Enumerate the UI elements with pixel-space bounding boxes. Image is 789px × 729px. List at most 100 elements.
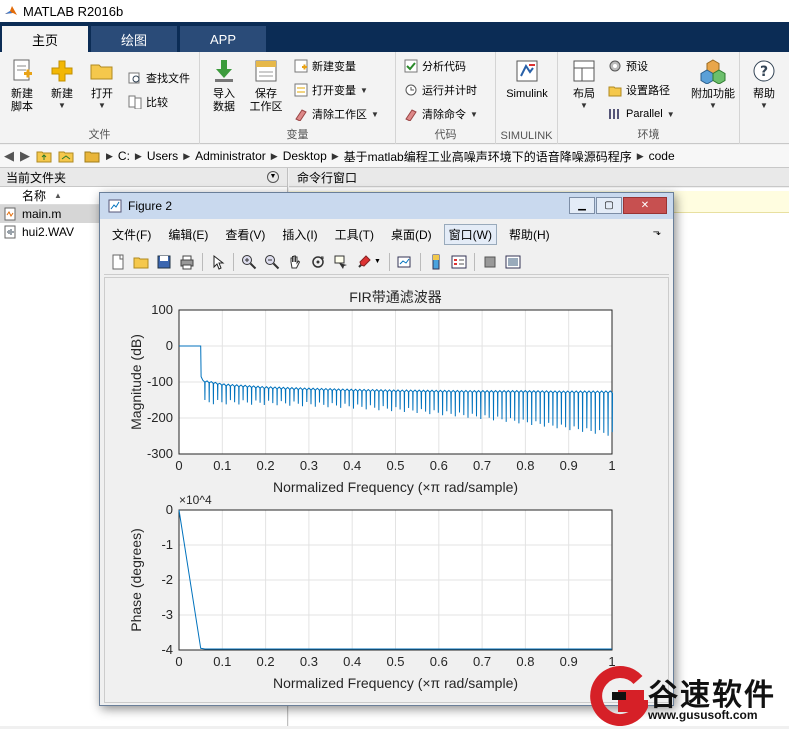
- y-tick-label: -3: [161, 607, 173, 622]
- gear-icon: [609, 60, 621, 72]
- maximize-icon[interactable]: ▢: [596, 197, 622, 214]
- close-icon[interactable]: ✕: [623, 197, 667, 214]
- panel-menu-icon[interactable]: ▼: [267, 171, 279, 183]
- zoom-in-icon[interactable]: [241, 254, 257, 270]
- show-plot-tools-icon[interactable]: [505, 254, 521, 270]
- back-arrow-icon[interactable]: ◀: [4, 148, 14, 164]
- find-files-button[interactable]: 查找文件: [128, 68, 190, 88]
- run-and-time-label: 运行并计时: [422, 85, 477, 97]
- watermark-g-logo-icon: [590, 666, 652, 727]
- address-bar: ◀ ▶ ▶ C: ▶ Users ▶ Administrator ▶ Deskt…: [0, 145, 789, 168]
- save-icon[interactable]: [156, 254, 172, 270]
- up-folder-icon[interactable]: [36, 149, 52, 163]
- open-variable-button[interactable]: 打开变量 ▼: [294, 80, 368, 100]
- figure-icon: [108, 199, 122, 213]
- new-script-button[interactable]: 新建 脚本: [2, 56, 42, 122]
- set-path-label: 设置路径: [626, 85, 670, 97]
- breadcrumb-separator-icon: ▶: [106, 150, 113, 161]
- breadcrumb-item[interactable]: Desktop: [283, 149, 327, 163]
- rotate-3d-icon[interactable]: [310, 254, 326, 270]
- compare-button[interactable]: 比较: [128, 92, 168, 112]
- add-ons-button[interactable]: 附加功能 ▼: [688, 56, 738, 122]
- clear-commands-button[interactable]: 清除命令 ▼: [404, 104, 478, 124]
- tab-plots[interactable]: 绘图: [91, 26, 177, 52]
- folder-open-icon: [90, 64, 113, 80]
- minimize-icon[interactable]: ▁: [569, 197, 595, 214]
- menu-help[interactable]: 帮助(H): [509, 226, 550, 243]
- analyze-code-button[interactable]: 分析代码: [404, 56, 466, 76]
- set-path-button[interactable]: 设置路径: [608, 80, 670, 100]
- save-workspace-button[interactable]: 保存 工作区: [246, 56, 286, 122]
- run-and-time-button[interactable]: 运行并计时: [404, 80, 477, 100]
- y-tick-label: -4: [161, 642, 173, 657]
- menu-edit[interactable]: 编辑(E): [168, 226, 208, 243]
- brush-icon[interactable]: [356, 254, 372, 270]
- breadcrumb-item[interactable]: code: [649, 149, 675, 163]
- parallel-button[interactable]: Parallel ▼: [608, 104, 675, 124]
- y-axis-label: Magnitude (dB): [128, 334, 144, 430]
- x-tick-label: 0.7: [473, 458, 491, 473]
- breadcrumb-item[interactable]: 基于matlab编程工业高噪声环境下的语音降噪源码程序: [344, 148, 632, 165]
- brush-dropdown-icon[interactable]: ▼: [374, 258, 381, 265]
- menu-desktop[interactable]: 桌面(D): [391, 226, 432, 243]
- toolbar-separator: [202, 252, 203, 271]
- layout-label: 布局: [573, 88, 595, 100]
- breadcrumb-item[interactable]: Administrator: [195, 149, 266, 163]
- import-data-button[interactable]: 导入 数据: [204, 56, 244, 122]
- colorbar-icon[interactable]: [428, 254, 444, 270]
- menu-tools[interactable]: 工具(T): [335, 226, 374, 243]
- open-button[interactable]: 打开 ▼: [82, 56, 122, 122]
- tab-home[interactable]: 主页: [2, 26, 88, 52]
- x-tick-label: 0.1: [213, 654, 231, 669]
- x-tick-label: 0.8: [516, 654, 534, 669]
- clear-workspace-button[interactable]: 清除工作区 ▼: [294, 104, 379, 124]
- save-workspace-label: 保存 工作区: [249, 88, 283, 113]
- menu-insert[interactable]: 插入(I): [282, 226, 317, 243]
- menu-view[interactable]: 查看(V): [225, 226, 265, 243]
- breadcrumb-item[interactable]: C:: [118, 149, 130, 163]
- hide-plot-tools-icon[interactable]: [482, 254, 498, 270]
- add-ons-label: 附加功能: [691, 88, 735, 100]
- new-figure-icon[interactable]: [110, 254, 126, 270]
- print-icon[interactable]: [179, 254, 195, 270]
- import-data-label: 导入 数据: [213, 88, 235, 113]
- new-button[interactable]: 新建 ▼: [42, 56, 82, 122]
- toolbar-separator: [473, 252, 475, 271]
- preferences-button[interactable]: 预设: [608, 56, 648, 76]
- zoom-out-icon[interactable]: [264, 254, 280, 270]
- open-file-icon[interactable]: [133, 254, 149, 270]
- watermark-logo: 谷速软件 www.gususoft.com: [590, 666, 789, 727]
- pointer-icon[interactable]: [210, 254, 226, 270]
- parallel-icon: [609, 109, 619, 119]
- forward-arrow-icon[interactable]: ▶: [20, 148, 30, 164]
- pan-hand-icon[interactable]: [287, 254, 303, 270]
- menu-file[interactable]: 文件(F): [112, 226, 151, 243]
- data-cursor-icon[interactable]: [333, 254, 349, 270]
- y-tick-label: 0: [166, 338, 173, 353]
- plot-area[interactable]: 0 0.1 0.2 0.3 0.4 0.5 0.6 0.7 0.8 0.9 1 100 0 -100 -20…: [104, 277, 669, 703]
- y-axis-label: Phase (degrees): [128, 528, 144, 632]
- simulink-button[interactable]: Simulink: [499, 56, 555, 122]
- figure-titlebar[interactable]: Figure 2 ▁ ▢ ✕: [100, 193, 673, 219]
- x-tick-label: 0.4: [343, 654, 361, 669]
- file-name: hui2.WAV: [22, 225, 75, 239]
- find-files-icon: [128, 72, 140, 84]
- layout-button[interactable]: 布局 ▼: [564, 56, 604, 122]
- new-variable-button[interactable]: 新建变量: [294, 56, 356, 76]
- dock-arrow-icon[interactable]: ⬎: [653, 227, 661, 238]
- svg-text:?: ?: [760, 64, 768, 80]
- breadcrumb-item[interactable]: Users: [147, 149, 178, 163]
- tab-apps[interactable]: APP: [180, 26, 266, 52]
- help-button[interactable]: ? 帮助 ▼: [744, 56, 784, 122]
- browse-folder-icon[interactable]: [58, 149, 74, 163]
- menu-window[interactable]: 窗口(W): [443, 223, 497, 245]
- breadcrumb-separator-icon: ▶: [134, 150, 142, 161]
- add-ons-icon: [700, 59, 726, 84]
- x-tick-label: 0.6: [430, 458, 448, 473]
- analyze-code-icon: [404, 59, 418, 73]
- legend-icon[interactable]: [451, 254, 467, 270]
- y-tick-label: -2: [161, 572, 173, 587]
- link-plot-icon[interactable]: [397, 254, 413, 270]
- new-variable-label: 新建变量: [312, 61, 356, 73]
- ribbon-group-simulink: Simulink SIMULINK: [496, 52, 558, 144]
